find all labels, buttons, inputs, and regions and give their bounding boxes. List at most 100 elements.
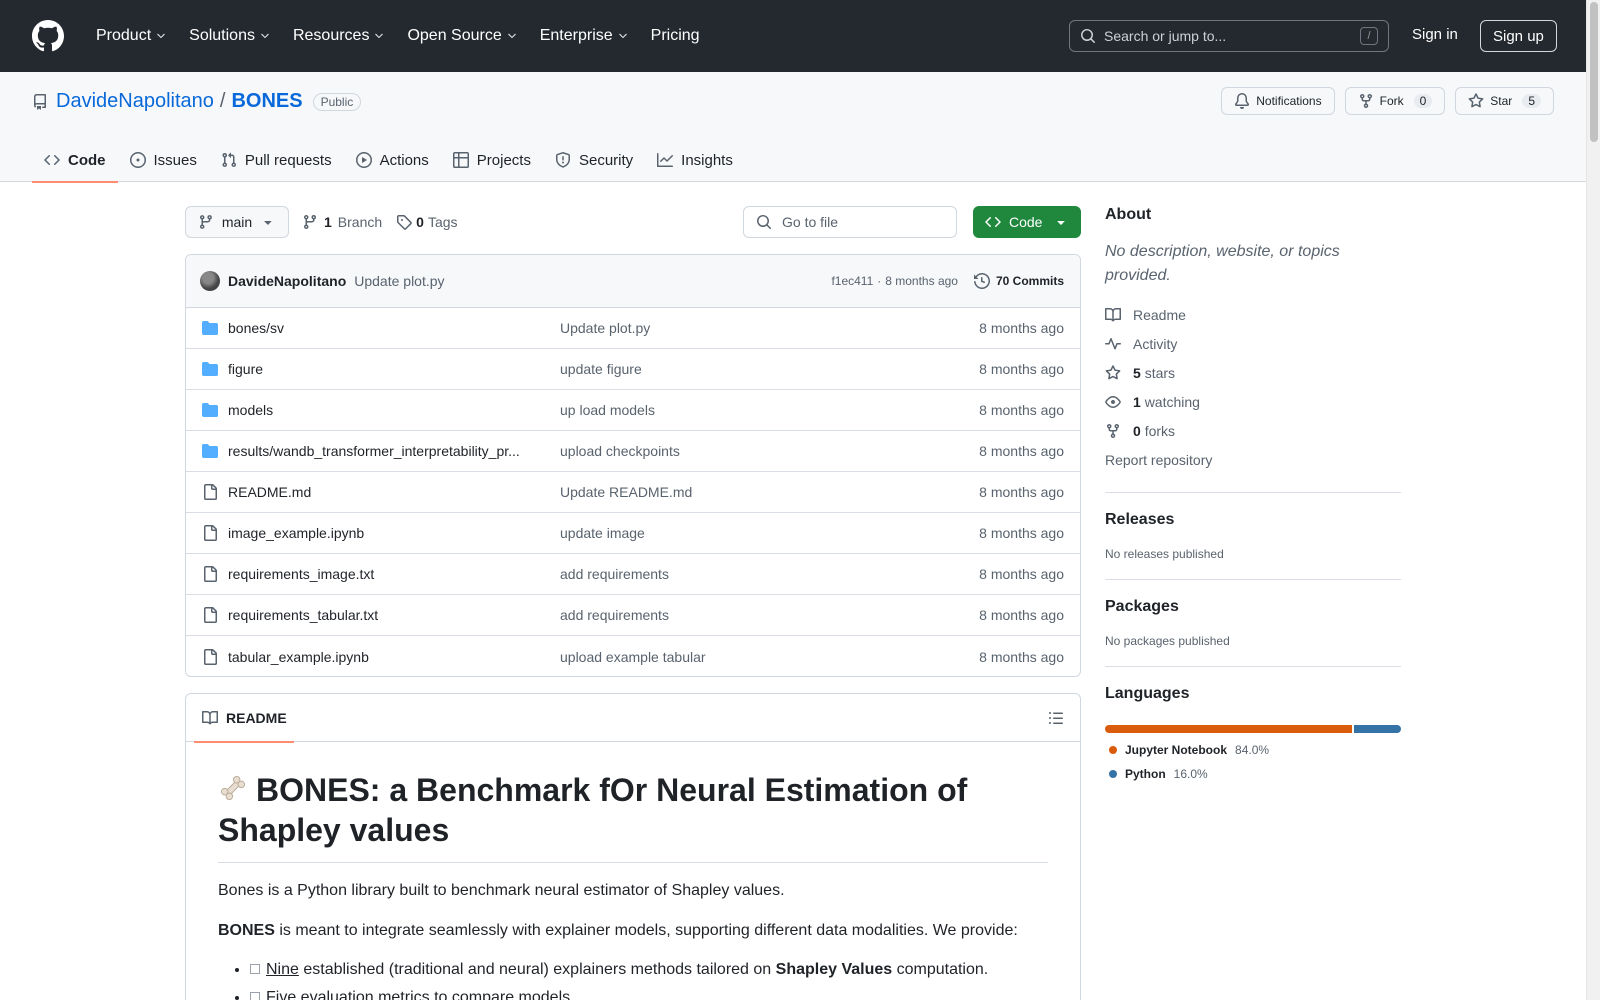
tab-issues[interactable]: Issues bbox=[118, 138, 209, 182]
table-row[interactable]: tabular_example.ipynb upload example tabu… bbox=[186, 636, 1080, 676]
readme-tab[interactable]: README bbox=[194, 694, 295, 743]
tab-code[interactable]: Code bbox=[32, 138, 118, 183]
list-item: Five evaluation metrics to compare model… bbox=[250, 985, 1048, 1000]
stars-link[interactable]: 5 stars bbox=[1105, 358, 1401, 387]
file-name-link[interactable]: README.md bbox=[228, 484, 558, 500]
table-row[interactable]: requirements_tabular.txt add requirements… bbox=[186, 595, 1080, 636]
activity-link[interactable]: Activity bbox=[1105, 329, 1401, 358]
issue-opened-icon bbox=[129, 152, 146, 168]
table-row[interactable]: README.md Update README.md 8 months ago bbox=[186, 472, 1080, 513]
commit-author-link[interactable]: DavideNapolitano bbox=[228, 273, 346, 289]
file-name-link[interactable]: image_example.ipynb bbox=[228, 525, 558, 541]
about-heading: About bbox=[1105, 206, 1152, 223]
table-row[interactable]: bones/sv Update plot.py 8 months ago bbox=[186, 308, 1080, 349]
nav-label: Pricing bbox=[650, 27, 700, 44]
file-name-link[interactable]: tabular_example.ipynb bbox=[228, 649, 558, 665]
file-commit-message-link[interactable]: update image bbox=[560, 525, 979, 541]
scrollbar-thumb[interactable] bbox=[1590, 2, 1598, 142]
packages-heading[interactable]: Packages bbox=[1105, 598, 1401, 616]
file-commit-time: 8 months ago bbox=[979, 566, 1064, 582]
file-commit-time: 8 months ago bbox=[979, 361, 1064, 377]
report-repository-link[interactable]: Report repository bbox=[1105, 445, 1401, 474]
commit-hash-link[interactable]: f1ec411 bbox=[831, 274, 873, 288]
repo-name-link[interactable]: BONES bbox=[231, 90, 302, 113]
nav-open-source[interactable]: Open Source bbox=[399, 16, 525, 56]
readme-link[interactable]: Readme bbox=[1105, 300, 1401, 329]
forks-count: 0 bbox=[1133, 422, 1141, 439]
readme-panel: README BONES: a Benchmark fOr Neural Est… bbox=[185, 693, 1081, 1000]
nav-resources[interactable]: Resources bbox=[285, 16, 393, 56]
star-button[interactable]: Star 5 bbox=[1455, 87, 1554, 115]
file-commit-message-link[interactable]: Update plot.py bbox=[560, 320, 979, 336]
language-item[interactable]: Python 16.0% bbox=[1109, 767, 1401, 781]
file-name-link[interactable]: figure bbox=[228, 361, 558, 377]
table-row[interactable]: requirements_image.txt add requirements 8 … bbox=[186, 554, 1080, 595]
search-shortcut-hint: / bbox=[1360, 27, 1378, 45]
sidebar-divider bbox=[1105, 579, 1401, 580]
go-to-file-input[interactable]: Go to file bbox=[743, 206, 957, 238]
tab-actions[interactable]: Actions bbox=[344, 138, 441, 182]
file-name-link[interactable]: requirements_tabular.txt bbox=[228, 607, 558, 623]
sign-up-button[interactable]: Sign up bbox=[1480, 20, 1557, 52]
global-search-input[interactable]: Search or jump to... / bbox=[1069, 20, 1389, 52]
file-commit-message-link[interactable]: upload checkpoints bbox=[560, 443, 979, 459]
releases-heading[interactable]: Releases bbox=[1105, 511, 1401, 529]
tab-pull-requests[interactable]: Pull requests bbox=[209, 138, 344, 182]
branch-selector-button[interactable]: main bbox=[185, 206, 289, 238]
tab-security[interactable]: Security bbox=[543, 138, 645, 182]
nine-link[interactable]: Nine bbox=[266, 961, 299, 978]
table-row[interactable]: figure update figure 8 months ago bbox=[186, 349, 1080, 390]
fork-button[interactable]: Fork 0 bbox=[1344, 87, 1446, 115]
file-name-link[interactable]: bones/sv bbox=[228, 320, 558, 336]
nav-label: Product bbox=[96, 27, 152, 44]
languages-list: Jupyter Notebook 84.0% Python 16.0% bbox=[1105, 743, 1401, 781]
graph-icon bbox=[657, 153, 674, 167]
tab-label: Actions bbox=[379, 151, 429, 169]
tab-insights[interactable]: Insights bbox=[645, 138, 745, 182]
file-name-link[interactable]: models bbox=[228, 402, 558, 418]
file-commit-time: 8 months ago bbox=[979, 648, 1064, 665]
file-commit-message-link[interactable]: add requirements bbox=[560, 607, 979, 623]
global-header: Product Solutions Resources Open Source … bbox=[0, 0, 1586, 72]
fork-count: 0 bbox=[1413, 94, 1433, 108]
table-icon bbox=[452, 152, 469, 168]
commits-history-link[interactable]: 70 Commits bbox=[973, 273, 1064, 289]
repo-owner-link[interactable]: DavideNapolitano bbox=[56, 90, 214, 113]
sign-in-link[interactable]: Sign in bbox=[1412, 26, 1458, 43]
file-name-link[interactable]: requirements_image.txt bbox=[228, 566, 558, 582]
language-item[interactable]: Jupyter Notebook 84.0% bbox=[1109, 743, 1401, 757]
code-dropdown-button[interactable]: Code bbox=[973, 206, 1081, 238]
tab-label: Projects bbox=[476, 151, 531, 169]
watchers-link[interactable]: 1 watching bbox=[1105, 387, 1401, 416]
nav-pricing[interactable]: Pricing bbox=[643, 16, 708, 56]
file-commit-message-link[interactable]: update figure bbox=[560, 361, 979, 377]
list-text: established (traditional and neural) exp… bbox=[298, 961, 776, 978]
list-unordered-icon[interactable] bbox=[1048, 710, 1064, 726]
nav-enterprise[interactable]: Enterprise bbox=[532, 16, 637, 56]
file-commit-message-link[interactable]: upload example tabular bbox=[560, 649, 979, 665]
file-commit-time: 8 months ago bbox=[979, 525, 1064, 541]
file-commit-message-link[interactable]: add requirements bbox=[560, 566, 979, 582]
star-icon bbox=[1105, 364, 1121, 379]
file-icon bbox=[204, 607, 217, 623]
avatar[interactable] bbox=[200, 271, 220, 291]
table-row[interactable]: image_example.ipynb update image 8 months … bbox=[186, 513, 1080, 554]
table-row[interactable]: results/wandb_transformer_interpretabili… bbox=[186, 431, 1080, 472]
notifications-button[interactable]: Notifications bbox=[1221, 87, 1335, 115]
chevron-down-icon bbox=[375, 33, 384, 39]
table-row[interactable]: models up load models 8 months ago bbox=[186, 390, 1080, 431]
branches-link[interactable]: 1 Branch bbox=[302, 214, 382, 230]
file-commit-message-link[interactable]: Update README.md bbox=[560, 484, 979, 500]
file-commit-message-link[interactable]: up load models bbox=[560, 402, 979, 418]
commit-message-link[interactable]: Update plot.py bbox=[354, 273, 444, 289]
page-scrollbar[interactable] bbox=[1586, 0, 1600, 1000]
nav-product[interactable]: Product bbox=[88, 16, 175, 56]
pull-request-icon bbox=[222, 152, 236, 168]
github-logo-icon[interactable] bbox=[32, 20, 64, 52]
tab-projects[interactable]: Projects bbox=[441, 138, 543, 182]
tags-link[interactable]: 0 Tags bbox=[396, 214, 458, 230]
nav-solutions[interactable]: Solutions bbox=[181, 16, 279, 56]
forks-link[interactable]: 0 forks bbox=[1105, 416, 1401, 445]
file-name-link[interactable]: results/wandb_transformer_interpretabili… bbox=[228, 443, 558, 459]
emoji-placeholder-icon bbox=[250, 991, 260, 1000]
